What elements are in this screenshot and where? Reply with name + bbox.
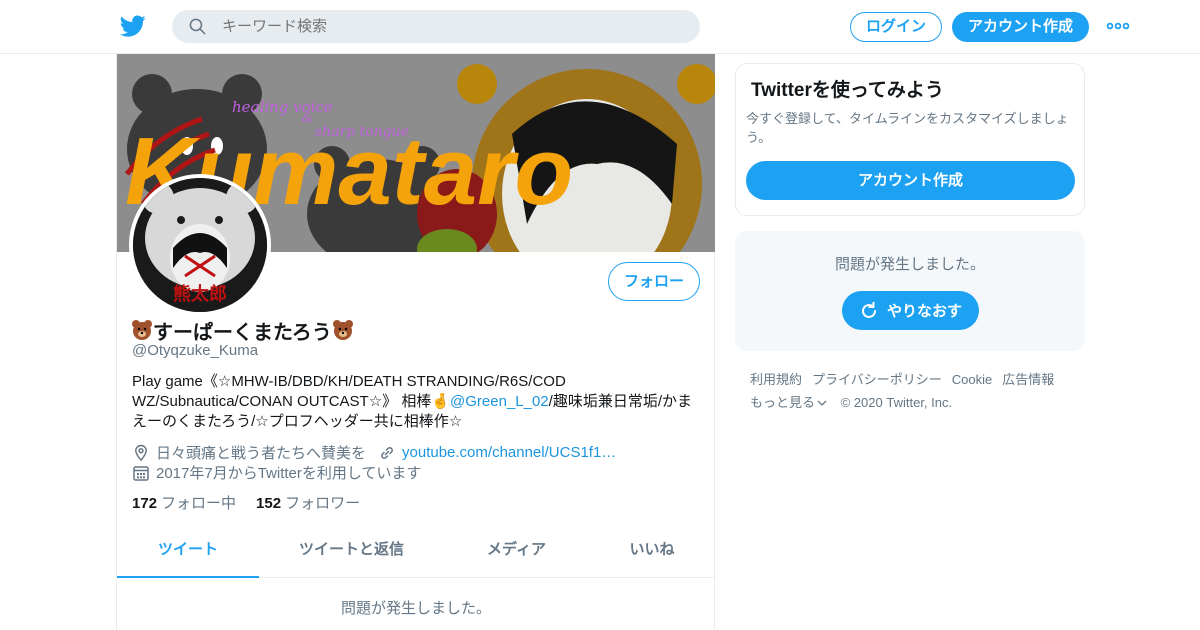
follow-counts: 172 フォロー中 152 フォロワー (132, 492, 360, 513)
banner-tagline-amp: & (302, 111, 314, 126)
footer-more-button[interactable]: もっと見る (750, 395, 827, 410)
followers-label: フォロワー (285, 495, 361, 512)
profile-website-link[interactable]: youtube.com/channel/UCS1f1… (402, 444, 616, 461)
search-icon (189, 18, 206, 35)
sidebar-error-card: 問題が発生しました。 やりなおす (735, 231, 1085, 351)
footer-more-label: もっと見る (750, 395, 816, 410)
timeline-error-message: 問題が発生しました。 (340, 600, 491, 617)
tab-likes[interactable]: いいね (589, 524, 715, 578)
footer-link-terms[interactable]: 利用規約 (750, 372, 802, 387)
footer-link-ads[interactable]: 広告情報 (1002, 372, 1054, 387)
footer-copyright: © 2020 Twitter, Inc. (840, 395, 953, 410)
bear-face-icon (332, 320, 353, 340)
tab-media[interactable]: メディア (444, 524, 589, 578)
banner-tagline-sharp: sharp tongue (315, 124, 409, 140)
refresh-icon (862, 301, 876, 318)
search-box[interactable] (172, 10, 700, 43)
promo-card-text: 今すぐ登録して、タイムラインをカスタマイズしましょう。 (746, 111, 1069, 145)
promo-signup-button[interactable]: アカウント作成 (746, 161, 1075, 200)
followers-link[interactable]: 152 フォロワー (256, 495, 360, 512)
profile-meta-row: 日々頭痛と戦う者たちへ賛美を youtube.com/channel/UCS1f… (132, 442, 616, 463)
tab-tweets-and-replies[interactable]: ツイートと返信 (259, 524, 444, 578)
twitter-bird-icon[interactable] (120, 13, 146, 39)
top-navigation-bar: ログイン アカウント作成 (0, 0, 1200, 54)
location-pin-icon (135, 444, 147, 461)
following-link[interactable]: 172 フォロー中 (132, 495, 236, 512)
avatar-text: 熊太郎 (173, 283, 227, 305)
sidebar-error-message: 問題が発生しました。 (834, 256, 985, 273)
profile-joined-row: 2017年7月からTwitterを利用しています (132, 462, 421, 483)
footer-link-privacy[interactable]: プライバシーポリシー (812, 372, 942, 387)
follow-button[interactable]: フォロー (608, 262, 700, 301)
login-button[interactable]: ログイン (850, 12, 942, 42)
following-label: フォロー中 (161, 495, 237, 512)
promo-card-title: Twitterを使ってみよう (751, 80, 944, 101)
more-options-icon[interactable] (1106, 18, 1130, 34)
profile-tabs: ツイート ツイートと返信 メディア いいね (117, 524, 715, 578)
avatar-artwork: 熊太郎 (133, 178, 267, 312)
signup-button[interactable]: アカウント作成 (952, 12, 1089, 42)
profile-bio: Play game《☆MHW-IB/DBD/KH/DEATH STRANDING… (132, 372, 702, 432)
retry-button[interactable]: やりなおす (842, 291, 979, 330)
bio-mention-link[interactable]: @Green_L_02 (450, 393, 549, 410)
followers-count: 152 (256, 495, 282, 512)
profile-display-name: すーぱーくまたろう (131, 317, 354, 344)
search-input[interactable] (222, 10, 688, 43)
chevron-down-icon (817, 400, 827, 406)
calendar-icon (133, 465, 149, 481)
link-icon (381, 446, 393, 459)
bear-face-icon (132, 320, 152, 340)
footer-links: 利用規約 プライバシーポリシー Cookie 広告情報 もっと見る © 2020 Tw… (750, 368, 1080, 414)
profile-handle[interactable]: @Otyqzuke_Kuma (132, 342, 258, 359)
profile-location: 日々頭痛と戦う者たちへ賛美を (156, 445, 367, 462)
profile-avatar[interactable]: 熊太郎 (129, 174, 271, 316)
retry-label: やりなおす (886, 303, 962, 320)
tab-tweets[interactable]: ツイート (117, 524, 259, 578)
signup-promo-card: Twitterを使ってみよう 今すぐ登録して、タイムラインをカスタマイズしましょ… (735, 63, 1085, 216)
display-name-text: すーぱーくまたろう (153, 321, 332, 344)
footer-link-cookie[interactable]: Cookie (952, 372, 992, 387)
following-count: 172 (132, 495, 158, 512)
banner-tagline-healing: healing voice (232, 98, 333, 116)
profile-joined-date: 2017年7月からTwitterを利用しています (156, 465, 422, 482)
profile-column: Kumataro healing voice & sharp tongue 熊太… (116, 54, 715, 630)
